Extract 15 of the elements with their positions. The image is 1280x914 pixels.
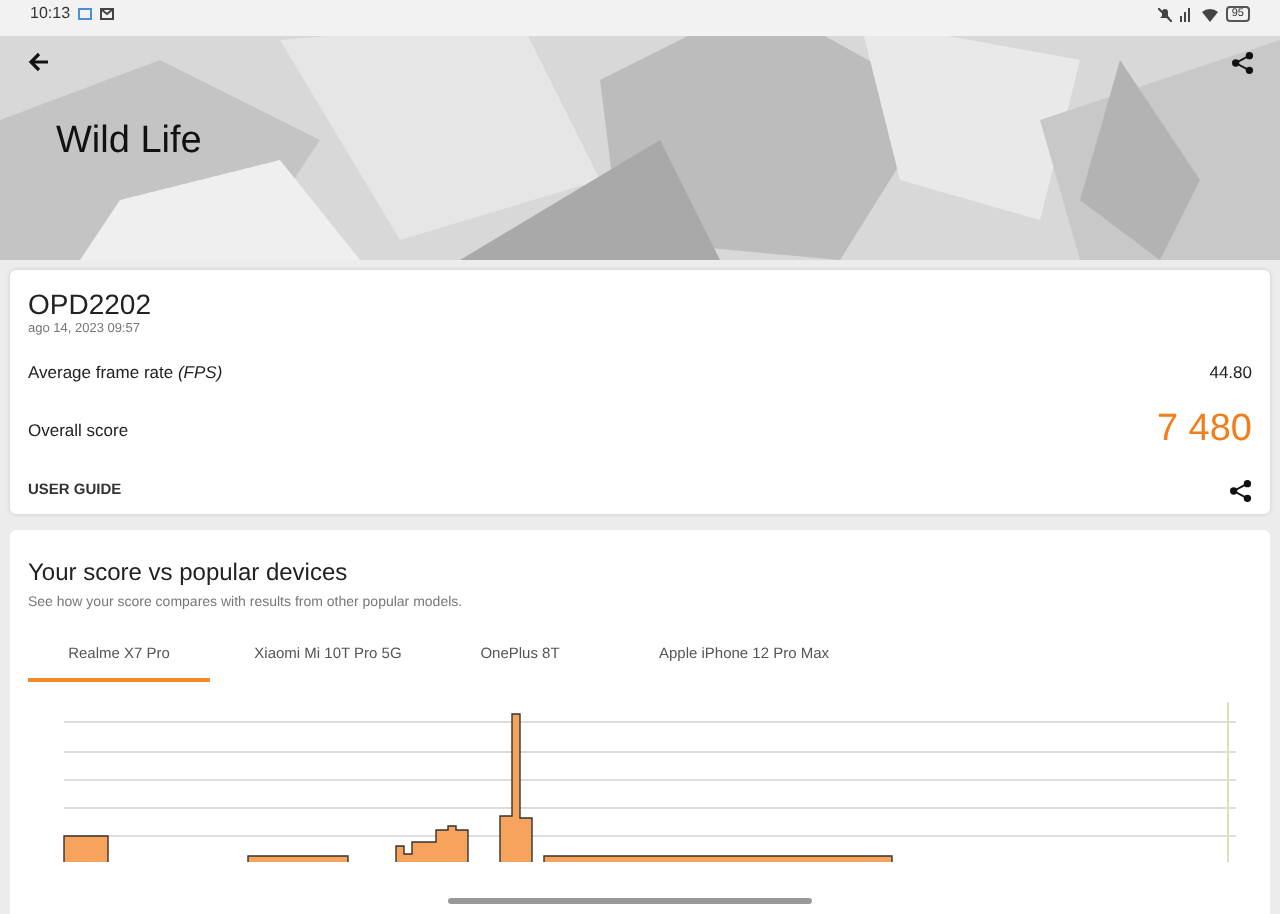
metric-value: 44.80 bbox=[1209, 360, 1252, 386]
metric-label: Average frame rate (FPS) bbox=[28, 360, 223, 386]
status-time: 10:13 bbox=[30, 2, 71, 26]
notification-icon bbox=[78, 8, 93, 20]
wifi-icon bbox=[1201, 7, 1218, 21]
share-icon[interactable] bbox=[1232, 52, 1254, 74]
back-arrow-icon[interactable] bbox=[28, 52, 50, 72]
page-title: Wild Life bbox=[56, 118, 202, 166]
metric-label: Overall score bbox=[28, 417, 129, 444]
signal-icon bbox=[1179, 7, 1194, 21]
share-icon[interactable] bbox=[1230, 479, 1252, 502]
mail-icon bbox=[100, 8, 115, 20]
section-title: Your score vs popular devices bbox=[28, 555, 350, 590]
overall-score: 7 480 bbox=[1156, 405, 1252, 454]
device-name: OPD2202 bbox=[28, 290, 153, 321]
